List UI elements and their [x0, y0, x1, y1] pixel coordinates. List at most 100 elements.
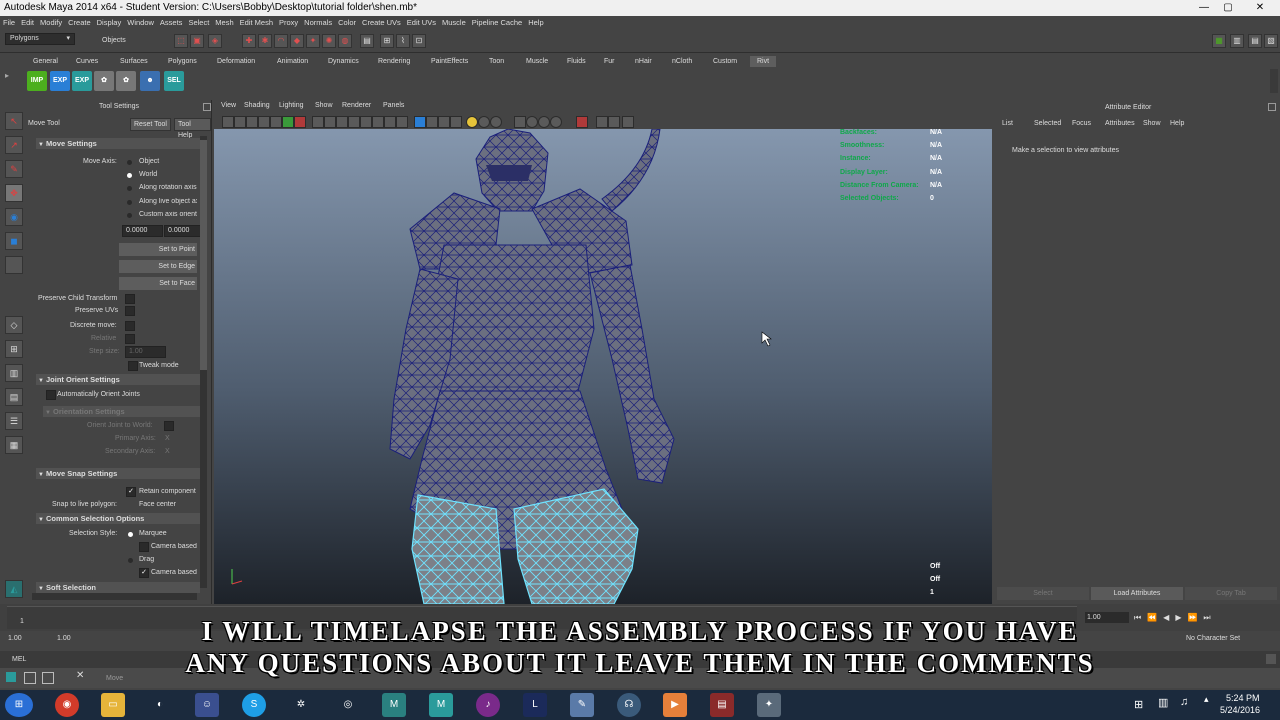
tool-app-icon[interactable]: ✎ [570, 693, 594, 717]
menu-color[interactable]: Color [335, 16, 359, 30]
menu-help[interactable]: Help [525, 16, 546, 30]
gate-mask-icon[interactable] [336, 116, 348, 128]
channel-box-icon[interactable]: ▥ [1230, 34, 1244, 48]
camera-based-checkbox-2[interactable]: ✓ [139, 568, 149, 578]
select-component-icon[interactable]: ◈ [208, 34, 222, 48]
move-tool-icon[interactable]: ✥ [5, 184, 23, 202]
mask-rendering-icon[interactable]: ◍ [338, 34, 352, 48]
eye-app-icon[interactable]: ◎ [336, 693, 360, 717]
hud-icon[interactable] [622, 116, 634, 128]
shelf-menu-icon[interactable]: ▸ [5, 71, 15, 93]
selection-mask-label[interactable]: Objects [102, 37, 126, 44]
relative-checkbox[interactable] [125, 334, 135, 344]
paint-app-icon[interactable]: ✦ [757, 693, 781, 717]
tool-settings-hscrollbar[interactable] [32, 593, 197, 600]
textured-icon[interactable] [450, 116, 462, 128]
layout-hypershade-icon[interactable]: ▦ [5, 436, 23, 454]
common-selection-header[interactable]: ▼ Common Selection Options [36, 513, 200, 524]
select-object-icon[interactable]: ▣ [190, 34, 204, 48]
menu-normals[interactable]: Normals [301, 16, 335, 30]
shelf-tool-icon-2[interactable]: ✿ [116, 71, 136, 91]
viewport-menu-panels[interactable]: Panels [383, 102, 404, 109]
move-settings-header[interactable]: ▼ Move Settings [36, 138, 200, 149]
axis-custom-radio[interactable] [127, 213, 132, 218]
joint-orient-header[interactable]: ▼ Joint Orient Settings [36, 374, 200, 385]
shelf-tab-custom[interactable]: Custom [710, 56, 740, 67]
multisample-icon[interactable] [538, 116, 550, 128]
preserve-child-checkbox[interactable] [125, 294, 135, 304]
tray-volume-icon[interactable]: ♫ [1180, 696, 1188, 708]
headset-app-icon[interactable]: ☊ [617, 693, 641, 717]
preserve-uvs-checkbox[interactable] [125, 306, 135, 316]
attribute-editor-float-icon[interactable] [1268, 103, 1276, 111]
shelf-tool-icon-1[interactable]: ✿ [94, 71, 114, 91]
shelf-tab-rendering[interactable]: Rendering [375, 56, 413, 67]
ae-menu-focus[interactable]: Focus [1072, 120, 1091, 127]
shelf-tab-nhair[interactable]: nHair [632, 56, 655, 67]
clock-date[interactable]: 5/24/2016 [1220, 705, 1260, 715]
ae-menu-list[interactable]: List [1002, 120, 1013, 127]
two-d-pan-icon[interactable] [270, 116, 282, 128]
tray-windows-icon[interactable]: ⊞ [1134, 698, 1143, 711]
shelf-export-button[interactable]: EXP [50, 71, 70, 91]
layout-outliner-icon[interactable]: ☰ [5, 412, 23, 430]
shelf-tab-animation[interactable]: Animation [274, 56, 311, 67]
depth-of-field-icon[interactable] [550, 116, 562, 128]
shelf-select-button[interactable]: SEL [164, 71, 184, 91]
motion-blur-icon[interactable] [526, 116, 538, 128]
film-gate-icon[interactable] [312, 116, 324, 128]
attribute-editor-toggle-icon[interactable]: ▤ [1248, 34, 1262, 48]
menu-modify[interactable]: Modify [37, 16, 65, 30]
select-hierarchy-icon[interactable]: ⬚ [174, 34, 188, 48]
menu-pipeline-cache[interactable]: Pipeline Cache [469, 16, 525, 30]
set-to-point-button[interactable]: Set to Point [119, 243, 197, 256]
menu-muscle[interactable]: Muscle [439, 16, 469, 30]
safe-action-icon[interactable] [360, 116, 372, 128]
retain-spacing-checkbox[interactable]: ✓ [126, 487, 136, 497]
snap-point-icon[interactable]: ⊡ [412, 34, 426, 48]
tool-settings-float-icon[interactable] [203, 103, 211, 111]
tray-flag-icon[interactable]: ▴ [1204, 694, 1209, 705]
axis-live-radio[interactable] [127, 200, 132, 205]
ae-menu-show[interactable]: Show [1143, 120, 1161, 127]
shadows-icon[interactable] [478, 116, 490, 128]
viewport-menu-shading[interactable]: Shading [244, 102, 270, 109]
isolate-select-icon[interactable] [384, 116, 396, 128]
soft-selection-header[interactable]: ▼ Soft Selection [36, 582, 200, 593]
viewport-menu-show[interactable]: Show [315, 102, 333, 109]
ae-menu-selected[interactable]: Selected [1034, 120, 1061, 127]
archive-app-icon[interactable]: ▤ [710, 693, 734, 717]
shelf-tab-ncloth[interactable]: nCloth [669, 56, 695, 67]
rotate-tool-icon[interactable]: ◉ [5, 208, 23, 226]
camera-select-icon[interactable] [222, 116, 234, 128]
grid-icon[interactable] [294, 116, 306, 128]
close-button[interactable]: ✕ [1248, 2, 1272, 13]
set-to-edge-button[interactable]: Set to Edge [119, 260, 197, 273]
layout-persp-graph-icon[interactable]: ▤ [5, 388, 23, 406]
menu-edit[interactable]: Edit [18, 16, 37, 30]
shelf-tab-polygons[interactable]: Polygons [165, 56, 200, 67]
layout-single-icon[interactable]: ◇ [5, 316, 23, 334]
wireframe-icon[interactable] [414, 116, 426, 128]
tool-settings-toggle-icon[interactable]: ▧ [1264, 34, 1278, 48]
menu-proxy[interactable]: Proxy [276, 16, 301, 30]
shelf-tab-fur[interactable]: Fur [601, 56, 618, 67]
tweak-mode-checkbox[interactable] [128, 361, 138, 371]
snap-grid-icon[interactable]: ⊞ [380, 34, 394, 48]
field-chart-icon[interactable] [348, 116, 360, 128]
paint-select-tool-icon[interactable]: ✎ [5, 160, 23, 178]
menu-mesh[interactable]: Mesh [212, 16, 236, 30]
tool-settings-scroll-thumb[interactable] [200, 140, 207, 370]
ae-load-attributes-button[interactable]: Load Attributes [1091, 587, 1183, 600]
shelf-tab-curves[interactable]: Curves [73, 56, 101, 67]
mask-deformations-icon[interactable]: ✦ [306, 34, 320, 48]
panel-layout-icon[interactable]: ▦ [1212, 34, 1226, 48]
drag-radio[interactable] [128, 558, 133, 563]
shelf-tab-fluids[interactable]: Fluids [564, 56, 589, 67]
primary-axis-value[interactable]: X [165, 435, 170, 442]
axis-value-field-1[interactable]: 0.0000 [122, 225, 163, 237]
maya-taskbar-icon-2[interactable]: M [429, 693, 453, 717]
tray-network-icon[interactable]: ▥ [1158, 696, 1168, 709]
file-explorer-icon[interactable]: ▭ [101, 693, 125, 717]
image-plane-icon[interactable] [258, 116, 270, 128]
